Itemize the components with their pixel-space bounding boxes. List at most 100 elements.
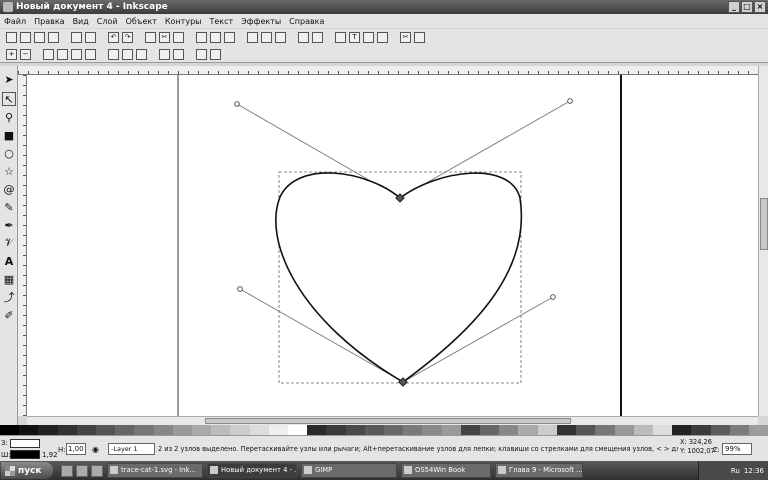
taskbar: пуск trace-cat-1.svg - Ink... Новый доку… — [0, 461, 768, 480]
x-coordinate: X: 324,26 — [680, 438, 712, 446]
vertical-scrollbar[interactable] — [758, 66, 768, 416]
handle-knot[interactable] — [234, 101, 240, 107]
zoom-field[interactable]: 99% — [722, 443, 752, 455]
stroke-swatch[interactable] — [10, 450, 40, 459]
open-icon[interactable] — [20, 32, 31, 43]
menu-object[interactable]: Объект — [126, 17, 157, 26]
handle-knot[interactable] — [567, 98, 573, 104]
maximize-button[interactable]: □ — [741, 1, 753, 13]
clock: 12:36 — [743, 466, 764, 475]
task-button[interactable]: trace-cat-1.svg - Ink... — [107, 463, 203, 478]
task-button[interactable]: GIMP — [301, 463, 397, 478]
document-properties-icon[interactable] — [414, 32, 425, 43]
pencil-icon[interactable]: ✎ — [2, 200, 16, 214]
menu-layer[interactable]: Слой — [97, 17, 118, 26]
rectangle-icon[interactable]: ■ — [2, 128, 16, 142]
layer-selector[interactable]: -Layer 1 — [108, 443, 155, 455]
vertical-scroll-thumb[interactable] — [760, 198, 768, 250]
zoom-label: Z: — [713, 446, 720, 454]
menu-path[interactable]: Контуры — [165, 17, 202, 26]
duplicate-icon[interactable] — [247, 32, 258, 43]
task-button-active[interactable]: Новый документ 4 - ... — [207, 463, 297, 478]
window-title: Новый документ 4 - Inkscape — [16, 2, 168, 12]
undo-icon[interactable]: ↶ — [108, 32, 119, 43]
quick-launch-icon[interactable] — [91, 464, 103, 477]
print-icon[interactable] — [48, 32, 59, 43]
copy-icon[interactable] — [145, 32, 156, 43]
ungroup-icon[interactable] — [312, 32, 323, 43]
task-button[interactable]: Глава 9 - Microsoft ... — [495, 463, 583, 478]
insert-node-icon[interactable]: + — [6, 48, 17, 60]
join-nodes-icon[interactable] — [43, 48, 54, 60]
zoom-page-icon[interactable] — [224, 32, 235, 43]
quick-launch-icon[interactable] — [61, 464, 73, 477]
fill-stroke-icon[interactable] — [335, 32, 346, 43]
spiral-icon[interactable]: @ — [2, 182, 16, 196]
menu-view[interactable]: Вид — [73, 17, 89, 26]
xml-editor-icon[interactable] — [363, 32, 374, 43]
delete-segment-icon[interactable] — [85, 48, 96, 60]
spray-icon[interactable]: ▦ — [2, 272, 16, 286]
handle-knot[interactable] — [550, 294, 556, 300]
clone-icon[interactable] — [261, 32, 272, 43]
horizontal-scroll-thumb[interactable] — [205, 418, 571, 424]
horizontal-scrollbar[interactable] — [27, 416, 758, 425]
fill-stroke-indicator[interactable]: З: Ш: 1,92 — [0, 437, 64, 461]
layer-visibility-icon[interactable]: ◉ — [92, 445, 99, 454]
menu-help[interactable]: Справка — [289, 17, 324, 26]
group-icon[interactable] — [298, 32, 309, 43]
join-segment-icon[interactable] — [71, 48, 82, 60]
language-indicator[interactable]: Ru — [731, 467, 740, 475]
h-input[interactable]: 1,00 — [66, 443, 86, 455]
menu-file[interactable]: Файл — [4, 17, 26, 26]
save-icon[interactable] — [34, 32, 45, 43]
node-edit-icon[interactable]: ↖ — [2, 92, 16, 106]
export-icon[interactable] — [85, 32, 96, 43]
status-message: 2 из 2 узлов выделено. Перетаскивайте уз… — [158, 445, 678, 453]
cusp-node-icon[interactable] — [108, 48, 119, 60]
object-to-path-icon[interactable] — [196, 48, 207, 60]
line-segment-icon[interactable] — [159, 48, 170, 60]
import-icon[interactable] — [71, 32, 82, 43]
zoom-icon[interactable]: ⚲ — [2, 110, 16, 124]
fill-swatch[interactable] — [10, 439, 40, 448]
dropper-icon[interactable]: ✐ — [2, 308, 16, 322]
commands-toolbar: ↶ ↷ ✂ T ✂ — [0, 29, 768, 46]
minimize-button[interactable]: _ — [728, 1, 740, 13]
symmetric-node-icon[interactable] — [136, 48, 147, 60]
curve-segment-icon[interactable] — [173, 48, 184, 60]
selector-arrow-icon[interactable]: ➤ — [2, 72, 16, 86]
stroke-to-path-icon[interactable] — [210, 48, 221, 60]
cut-icon[interactable]: ✂ — [159, 32, 170, 43]
star-icon[interactable]: ☆ — [2, 164, 16, 178]
menu-text[interactable]: Текст — [209, 17, 233, 26]
redo-icon[interactable]: ↷ — [122, 32, 133, 43]
title-bar: Новый документ 4 - Inkscape _ □ × — [0, 0, 768, 14]
menu-edit[interactable]: Правка — [34, 17, 64, 26]
zoom-drawing-icon[interactable] — [210, 32, 221, 43]
handle-knot[interactable] — [237, 286, 243, 292]
new-document-icon[interactable] — [6, 32, 17, 43]
ellipse-icon[interactable]: ○ — [2, 146, 16, 160]
paste-icon[interactable] — [173, 32, 184, 43]
pen-icon[interactable]: ✒ — [2, 218, 16, 232]
connector-icon[interactable]: ⤴ — [2, 290, 16, 304]
align-icon[interactable] — [377, 32, 388, 43]
delete-node-icon[interactable]: − — [20, 48, 31, 60]
start-button[interactable]: пуск — [1, 462, 53, 479]
quick-launch-icon[interactable] — [76, 464, 88, 477]
smooth-node-icon[interactable] — [122, 48, 133, 60]
heart-path[interactable] — [275, 172, 523, 383]
close-button[interactable]: × — [754, 1, 766, 13]
zoom-selection-icon[interactable] — [196, 32, 207, 43]
text-font-icon[interactable]: T — [349, 32, 360, 43]
color-palette[interactable] — [0, 425, 768, 435]
task-button[interactable]: OS54Win Book — [401, 463, 491, 478]
calligraphy-icon[interactable]: 𝒱 — [2, 236, 16, 250]
unlink-clone-icon[interactable] — [275, 32, 286, 43]
preferences-scissors-icon[interactable]: ✂ — [400, 32, 411, 43]
break-path-icon[interactable] — [57, 48, 68, 60]
menu-effects[interactable]: Эффекты — [241, 17, 281, 26]
drawing-canvas[interactable] — [27, 75, 758, 416]
text-icon[interactable]: A — [2, 254, 16, 268]
